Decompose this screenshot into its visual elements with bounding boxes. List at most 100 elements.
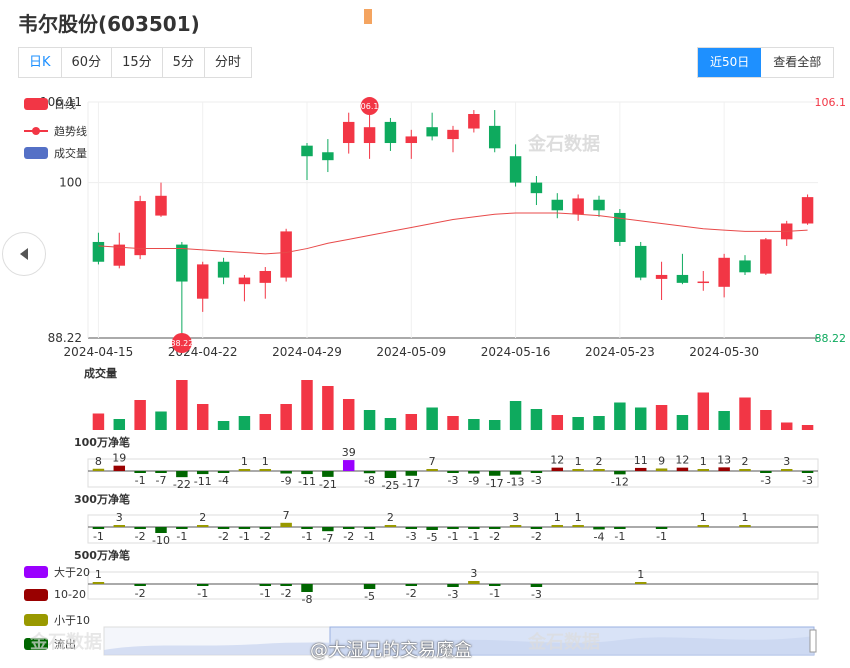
flow-bar <box>530 471 543 473</box>
volume-swatch <box>24 147 48 159</box>
volume-bar <box>655 405 668 430</box>
legend-trend[interactable]: 趋势线 <box>24 123 87 139</box>
candle-body <box>384 121 397 144</box>
trend-swatch <box>24 127 48 135</box>
volume-bar <box>92 413 105 430</box>
volume-bar <box>468 419 480 430</box>
candle-body <box>509 156 522 183</box>
volume-bar <box>238 416 251 430</box>
candle-body <box>134 201 146 256</box>
flow-value-label: -2 <box>343 530 354 543</box>
flow-bar <box>509 525 522 527</box>
flow-value-label: 1 <box>241 455 248 468</box>
flow-value-label: -5 <box>427 531 438 544</box>
candle-body <box>801 197 814 224</box>
legend-volume[interactable]: 成交量 <box>24 145 87 161</box>
volume-bar <box>322 386 334 430</box>
flow-bar <box>259 527 272 529</box>
flow-bar <box>301 471 313 475</box>
flow-bar <box>572 525 584 527</box>
flow-bar <box>801 471 814 473</box>
flow-value-label: -1 <box>364 530 375 543</box>
flow-value-label: 3 <box>116 511 123 524</box>
volume-bar <box>113 419 126 430</box>
legend-gt20[interactable]: 大于20 <box>24 564 90 580</box>
flow-value-label: -1 <box>614 530 625 543</box>
flow-bar <box>301 584 313 592</box>
flow-value-label: 12 <box>550 454 564 467</box>
flow-value-label: -8 <box>302 593 313 606</box>
volume-bar <box>760 410 772 430</box>
volume-title: 成交量 <box>84 366 117 380</box>
candle-body <box>760 239 772 274</box>
flow-bar <box>155 527 167 533</box>
legend-lt10-label: 小于10 <box>54 614 90 627</box>
volume-bar <box>301 380 313 430</box>
flow-bar <box>280 584 292 586</box>
legend-10-20[interactable]: 10-20 <box>24 588 86 601</box>
flow-value-label: -1 <box>302 530 313 543</box>
flow-value-label: -12 <box>611 475 629 488</box>
flow-value-label: 12 <box>675 454 689 467</box>
flow-bar <box>551 467 564 471</box>
flow-value-label: 8 <box>95 455 102 468</box>
candle-body <box>176 244 188 282</box>
flow-value-label: -3 <box>406 530 417 543</box>
candle-body <box>405 136 418 144</box>
flow-value-label: -1 <box>176 530 187 543</box>
flow-value-label: -11 <box>298 475 316 488</box>
x-tick-label: 2024-05-30 <box>689 345 759 359</box>
flow-panel-title: 300万净笔 <box>74 492 130 506</box>
volume-bar <box>426 407 438 430</box>
flow-value-label: -17 <box>486 477 504 490</box>
flow-value-label: 1 <box>637 568 644 581</box>
high-badge-label: 06.1 <box>361 102 379 111</box>
flow-value-label: -17 <box>402 477 420 490</box>
volume-bar <box>259 414 272 430</box>
flow-bar <box>697 469 710 471</box>
legend-volume-label: 成交量 <box>54 147 87 160</box>
flow-value-label: 7 <box>429 455 436 468</box>
flow-value-label: -2 <box>260 530 271 543</box>
flow-value-label: 1 <box>95 568 102 581</box>
flow-value-label: -2 <box>135 587 146 600</box>
volume-bar <box>217 421 230 430</box>
flow-bar <box>634 582 647 584</box>
flow-value-label: -1 <box>135 474 146 487</box>
legend-kline-label: 日线 <box>54 98 76 111</box>
flow-value-label: -2 <box>218 530 229 543</box>
flow-bar <box>134 527 146 529</box>
flow-bar <box>259 584 272 586</box>
kline-swatch <box>24 98 48 110</box>
flow-bar <box>384 471 397 478</box>
flow-bar <box>342 527 355 529</box>
legend-kline[interactable]: 日线 <box>24 96 76 112</box>
volume-bar <box>405 414 418 430</box>
flow-value-label: -22 <box>173 478 191 491</box>
volume-bar <box>551 415 564 430</box>
flow-bar <box>676 467 689 471</box>
flow-value-label: -21 <box>319 478 337 491</box>
volume-bar <box>342 399 355 430</box>
x-tick-label: 2024-05-16 <box>481 345 551 359</box>
flow-bar <box>155 471 167 473</box>
candle-body <box>488 125 501 149</box>
volume-bar <box>739 397 751 430</box>
volume-bar <box>155 411 167 430</box>
candle-body <box>530 182 543 194</box>
flow-bar <box>530 584 543 587</box>
flow-value-label: -2 <box>531 530 542 543</box>
volume-bar <box>634 407 647 430</box>
flow-bar <box>697 525 710 527</box>
flow-bar <box>259 469 272 471</box>
flow-bar <box>447 471 459 473</box>
flow-value-label: -2 <box>406 587 417 600</box>
flow-value-label: -13 <box>507 476 525 489</box>
legend-lt10[interactable]: 小于10 <box>24 612 90 628</box>
price-label-mid: 100 <box>59 176 82 190</box>
candle-body <box>196 264 209 299</box>
candle-body <box>551 199 564 211</box>
prev-button[interactable] <box>2 232 46 276</box>
flow-bar <box>322 471 334 477</box>
volume-bar <box>363 410 376 430</box>
